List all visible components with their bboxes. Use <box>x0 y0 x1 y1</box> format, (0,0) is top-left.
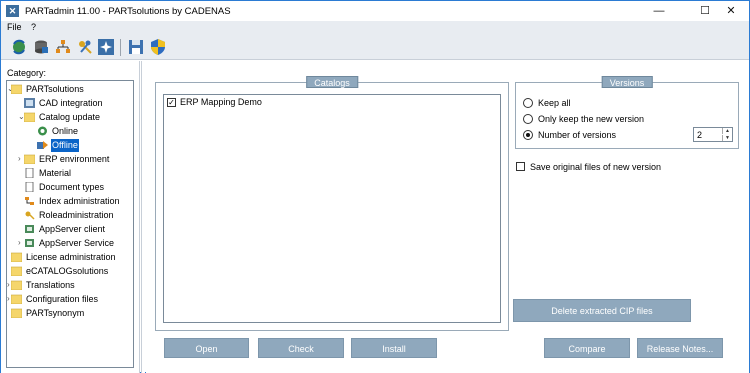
check-button[interactable]: Check <box>258 338 344 358</box>
catalog-item-label[interactable]: ERP Mapping Demo <box>180 97 262 107</box>
tree-item-label[interactable]: Document types <box>38 181 105 194</box>
compare-button[interactable]: Compare <box>544 338 630 358</box>
folder-icon <box>10 266 23 277</box>
tree-expander-translations[interactable]: › <box>7 280 10 289</box>
save-original-checkbox[interactable] <box>516 162 525 171</box>
tree-item-label[interactable]: PARTsolutions <box>25 83 85 96</box>
catalogs-group-title: Catalogs <box>306 76 358 88</box>
title-bar: ✕ PARTadmin 11.00 - PARTsolutions by CAD… <box>1 1 749 21</box>
tree-expander-appserver-service[interactable]: › <box>18 238 21 247</box>
offline-settings-pane: Catalogs ✓ ERP Mapping Demo Versions Kee… <box>146 61 749 373</box>
open-button[interactable]: Open <box>164 338 249 358</box>
tree-item-label[interactable]: License administration <box>25 251 117 264</box>
radio-only-keep-new-label[interactable]: Only keep the new version <box>538 114 644 124</box>
app-icon <box>24 224 35 234</box>
radio-number-of-versions-label[interactable]: Number of versions <box>538 130 616 140</box>
folder-icon <box>10 84 23 95</box>
catalogs-group: Catalogs ✓ ERP Mapping Demo <box>155 76 509 331</box>
toolbar-separator <box>120 39 121 56</box>
offline-icon <box>37 140 48 150</box>
menu-file[interactable]: File <box>7 22 22 32</box>
spin-up-icon[interactable]: ▲ <box>722 128 732 134</box>
tree-item-label[interactable]: Roleadministration <box>38 209 115 222</box>
tree-item-label[interactable]: eCATALOGsolutions <box>25 265 109 278</box>
tree-item-label[interactable]: ERP environment <box>38 153 110 166</box>
menu-help[interactable]: ? <box>31 22 36 32</box>
shield-icon[interactable] <box>149 38 167 56</box>
catalog-item-checkbox[interactable]: ✓ <box>167 98 176 107</box>
category-label: Category: <box>7 68 47 78</box>
role-icon <box>24 210 35 220</box>
number-of-versions-stepper[interactable]: 2 ▲ ▼ <box>693 127 733 142</box>
toolbar <box>1 35 749 60</box>
folder-icon <box>23 112 36 123</box>
tree-expander-configuration-files[interactable]: › <box>7 294 10 303</box>
tree-item-label[interactable]: AppServer Service <box>38 237 115 250</box>
save-original-label[interactable]: Save original files of new version <box>530 162 661 172</box>
category-pane: Category: ⌄ PARTsolutions CAD integration ⌄… <box>1 61 140 373</box>
menu-bar: File ? <box>1 21 749 35</box>
release-notes-button[interactable]: Release Notes... <box>637 338 723 358</box>
close-button[interactable]: ✕ <box>713 1 749 21</box>
database-icon[interactable] <box>32 38 50 56</box>
tree-item-label[interactable]: Material <box>38 167 72 180</box>
number-of-versions-value[interactable]: 2 <box>697 130 702 140</box>
folder-icon <box>10 252 23 263</box>
pane-splitter[interactable] <box>141 61 145 373</box>
install-button[interactable]: Install <box>351 338 437 358</box>
tree-item-label[interactable]: Index administration <box>38 195 121 208</box>
refresh-globe-icon[interactable] <box>10 38 28 56</box>
tree-item-label[interactable]: Offline <box>51 139 79 152</box>
partadmin-app-icon: ✕ <box>6 5 19 17</box>
tree-item-label[interactable]: PARTsynonym <box>25 307 85 320</box>
app-icon <box>24 238 35 248</box>
spin-down-icon[interactable]: ▼ <box>722 135 732 141</box>
tree-expander-erp-environment[interactable]: › <box>18 154 21 163</box>
tree-item-label[interactable]: CAD integration <box>38 97 104 110</box>
folder-icon <box>10 308 23 319</box>
folder-icon <box>10 294 23 305</box>
index-icon <box>24 196 35 206</box>
folder-icon <box>23 154 36 165</box>
window-title: PARTadmin 11.00 - PARTsolutions by CADEN… <box>25 6 231 17</box>
hierarchy-icon[interactable] <box>54 38 72 56</box>
radio-keep-all-label[interactable]: Keep all <box>538 98 571 108</box>
versions-group: Versions Keep all Only keep the new vers… <box>515 76 739 149</box>
radio-only-keep-new[interactable] <box>523 114 533 124</box>
keys-icon[interactable] <box>76 38 94 56</box>
delete-cip-button[interactable]: Delete extracted CIP files <box>513 299 691 322</box>
tree-item-label[interactable]: Configuration files <box>25 293 99 306</box>
radio-number-of-versions[interactable] <box>523 130 533 140</box>
gear-star-icon[interactable] <box>97 38 115 56</box>
versions-group-title: Versions <box>601 76 653 88</box>
save-icon[interactable] <box>127 38 145 56</box>
doc-icon <box>24 167 35 179</box>
tree-item-label[interactable]: Online <box>51 125 79 138</box>
category-tree: ⌄ PARTsolutions CAD integration ⌄ Catalog up… <box>6 80 134 368</box>
tree-item-label[interactable]: Catalog update <box>38 111 101 124</box>
cad-icon <box>24 98 35 108</box>
tree-item-label[interactable]: Translations <box>25 279 76 292</box>
radio-keep-all[interactable] <box>523 98 533 108</box>
catalogs-list[interactable]: ✓ ERP Mapping Demo <box>163 94 501 323</box>
minimize-button[interactable]: — <box>641 1 677 21</box>
folder-icon <box>10 280 23 291</box>
tree-item-label[interactable]: AppServer client <box>38 223 106 236</box>
app-window: ✕ PARTadmin 11.00 - PARTsolutions by CAD… <box>0 0 750 373</box>
doc-icon <box>24 181 35 193</box>
online-icon <box>37 126 48 136</box>
